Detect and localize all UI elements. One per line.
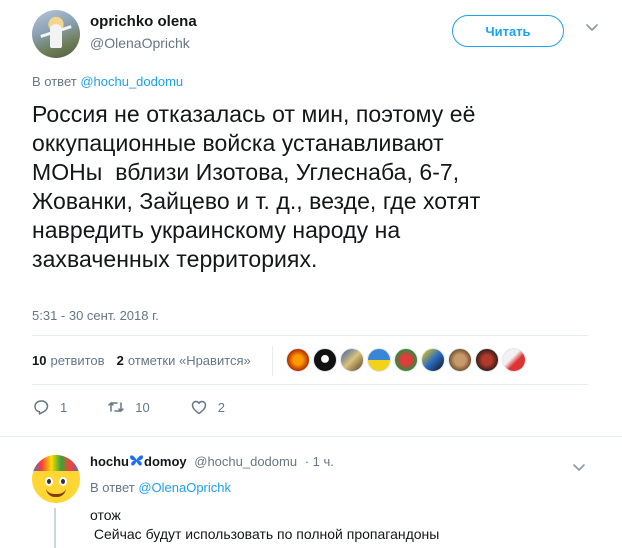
follow-button[interactable]: Читать xyxy=(452,15,564,47)
retweets-stat[interactable]: 10 ретвитов xyxy=(32,353,105,368)
avatar-figure xyxy=(50,24,62,48)
tweet-header: oprichko olena @OlenaOprichk Читать xyxy=(32,10,602,60)
reply-author-avatar[interactable] xyxy=(32,455,80,503)
like-button[interactable]: 2 xyxy=(190,398,225,416)
liker-avatar[interactable] xyxy=(421,348,445,372)
tweet-text: Россия не отказалась от мин, поэтому её … xyxy=(32,100,592,274)
butterfly-icon xyxy=(129,454,144,469)
tweet-text-line: оккупационные войска устанавливают xyxy=(32,130,444,156)
reply-text-line: Сейчас будут использовать по полной проп… xyxy=(90,526,440,542)
retweet-button[interactable]: 10 xyxy=(107,398,150,416)
liker-avatar[interactable] xyxy=(313,348,337,372)
tweet-stats: 10 ретвитов 2 отметки «Нравится» xyxy=(32,346,273,376)
tweet-actions: 1 10 2 xyxy=(32,398,265,416)
reply-to-prefix: В ответ xyxy=(32,74,77,89)
reply-text: отож Сейчас будут использовать по полной… xyxy=(90,506,439,544)
tweet-text-line: навредить украинскому народу на xyxy=(32,217,401,243)
liker-avatars xyxy=(286,348,529,372)
likes-stat[interactable]: 2 отметки «Нравится» xyxy=(117,353,251,368)
reply-count: 1 xyxy=(60,399,68,415)
reply-author-name[interactable]: hochu domoy xyxy=(90,454,187,469)
thread-line xyxy=(54,508,56,548)
avatar-mouth xyxy=(46,488,66,497)
divider xyxy=(32,384,588,385)
retweet-icon xyxy=(108,402,124,412)
avatar-flower-wreath xyxy=(32,455,80,471)
reply-reply-to-prefix: В ответ xyxy=(90,480,135,495)
avatar-eye xyxy=(59,477,67,486)
tweet-text-line: Жованки, Зайцево и т. д., везде, где хот… xyxy=(32,188,481,214)
reply-reply-to-context: В ответ @OlenaOprichk xyxy=(90,480,231,495)
liker-avatar[interactable] xyxy=(340,348,364,372)
liker-avatar[interactable] xyxy=(502,348,526,372)
reply-text-line: отож xyxy=(90,507,121,523)
avatar-eye xyxy=(45,477,53,486)
heart-icon xyxy=(191,400,206,415)
tweet-text-line: захваченных территориях. xyxy=(32,246,318,272)
reply-time[interactable]: · 1 ч. xyxy=(305,454,334,469)
liker-avatar[interactable] xyxy=(448,348,472,372)
reply-tweet[interactable]: hochu domoy @hochu_dodomu · 1 ч. В ответ … xyxy=(32,450,612,548)
reply-author-name-part: domoy xyxy=(144,454,187,469)
chevron-down-icon[interactable] xyxy=(583,20,601,38)
reply-author-name-part: hochu xyxy=(90,454,129,469)
liker-avatar[interactable] xyxy=(394,348,418,372)
likes-label: отметки «Нравится» xyxy=(127,352,251,368)
like-count: 2 xyxy=(217,399,225,415)
retweets-count: 10 xyxy=(32,352,47,368)
liker-avatar[interactable] xyxy=(286,348,310,372)
author-handle[interactable]: @OlenaOprichk xyxy=(90,35,190,51)
reply-header: hochu domoy @hochu_dodomu · 1 ч. xyxy=(90,454,334,469)
stats-separator xyxy=(272,346,273,376)
tweet-timestamp[interactable]: 5:31 - 30 сент. 2018 г. xyxy=(32,308,159,323)
liker-avatar[interactable] xyxy=(367,348,391,372)
chevron-down-icon[interactable] xyxy=(572,460,586,477)
reply-reply-to-handle-link[interactable]: @OlenaOprichk xyxy=(138,480,231,495)
reply-author-handle[interactable]: @hochu_dodomu xyxy=(194,454,297,469)
reply-to-context: В ответ @hochu_dodomu xyxy=(32,74,183,89)
reply-button[interactable]: 1 xyxy=(32,398,67,416)
author-avatar[interactable] xyxy=(32,10,80,58)
divider xyxy=(32,335,588,336)
divider xyxy=(0,436,622,437)
reply-icon xyxy=(34,400,49,415)
likes-count: 2 xyxy=(116,352,124,368)
retweets-label: ретвитов xyxy=(50,352,105,368)
liker-avatar[interactable] xyxy=(475,348,499,372)
retweet-count: 10 xyxy=(135,399,150,415)
tweet-text-line: Россия не отказалась от мин, поэтому её xyxy=(32,101,476,127)
author-name[interactable]: oprichko olena xyxy=(90,13,197,30)
reply-to-handle-link[interactable]: @hochu_dodomu xyxy=(80,74,183,89)
tweet-text-line: МОНы вблизи Изотова, Углеснаба, 6-7, xyxy=(32,159,460,185)
